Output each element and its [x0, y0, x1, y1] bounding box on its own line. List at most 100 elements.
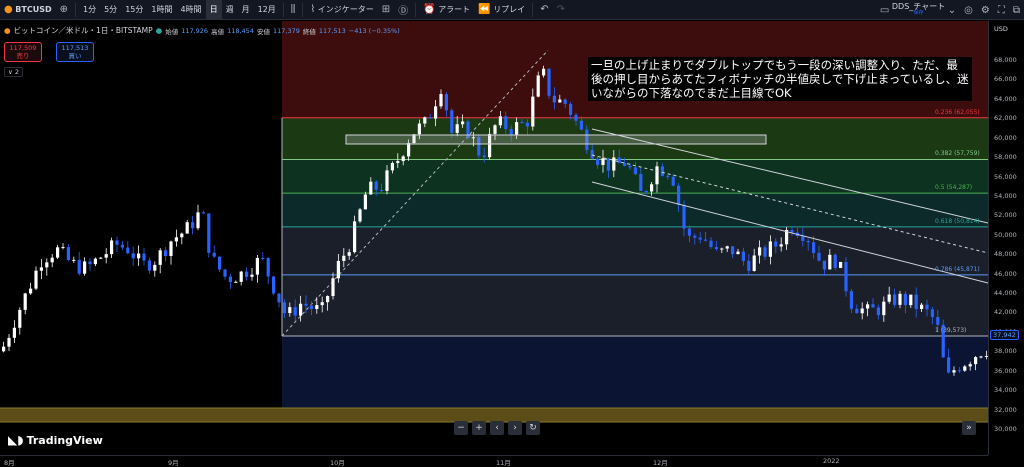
- candle-body: [887, 294, 891, 302]
- candle-body: [790, 229, 794, 233]
- redo-icon: ↷: [556, 4, 565, 15]
- interval-12mo[interactable]: 12月: [254, 0, 280, 20]
- candle-body: [525, 122, 529, 127]
- buy-button[interactable]: 117,513 買い: [56, 42, 94, 62]
- candle-body: [185, 222, 189, 234]
- candle-body: [363, 194, 367, 210]
- candle-body: [898, 293, 902, 305]
- sell-button[interactable]: 117,509 売り: [4, 42, 42, 62]
- candle-body: [714, 247, 718, 250]
- candle-body: [7, 337, 11, 347]
- zoom-in-button[interactable]: +: [472, 421, 486, 435]
- screenshot-button[interactable]: ◎: [960, 0, 977, 20]
- price-tick-label: 46,000: [994, 269, 1017, 278]
- alarm-clock-icon: ⏰: [423, 4, 436, 15]
- fib-level-label: 0.5 (54,287): [935, 184, 973, 192]
- interval-5m[interactable]: 5分: [100, 0, 121, 20]
- candle-body: [747, 260, 751, 271]
- candle-body: [180, 233, 184, 238]
- candle-body: [299, 303, 303, 316]
- interval-1m[interactable]: 1分: [79, 0, 100, 20]
- candle-body: [12, 327, 16, 338]
- candle-body: [2, 346, 6, 352]
- fullscreen-button[interactable]: ⛶: [994, 0, 1009, 20]
- candle-body: [704, 239, 708, 241]
- zoom-out-button[interactable]: −: [454, 421, 468, 435]
- sell-label: 売り: [16, 52, 30, 60]
- candle-body: [623, 163, 627, 166]
- redo-button[interactable]: ↷: [553, 0, 569, 20]
- candle-body: [266, 257, 270, 277]
- chart-pane[interactable]: ● ビットコイン／米ドル・1日・BITSTAMP ● 始値 117,926 高値…: [0, 21, 988, 455]
- reset-chart-button[interactable]: ↻: [526, 421, 540, 435]
- price-tick-label: 44,000: [994, 289, 1017, 298]
- interval-1mo[interactable]: 月: [238, 0, 254, 20]
- candle-body: [255, 257, 259, 275]
- interval-4h[interactable]: 4時間: [176, 0, 205, 20]
- time-label-dec: 12月: [653, 459, 668, 467]
- settings-button[interactable]: ⚙: [977, 0, 994, 20]
- market-status-icon: ●: [155, 26, 163, 35]
- candle-body: [434, 106, 438, 119]
- layout-button[interactable]: ▭ DDS_チャート 保存 ⌄: [876, 0, 960, 20]
- candle-body: [752, 255, 756, 271]
- chart-type-button[interactable]: ⫼: [287, 0, 300, 20]
- candle-body: [72, 259, 76, 261]
- candle-body: [142, 253, 146, 261]
- candle-body: [601, 158, 605, 165]
- interval-1d[interactable]: 日: [205, 0, 222, 20]
- candle-body: [569, 103, 573, 115]
- candle-body: [698, 237, 702, 240]
- compare-add-button[interactable]: ⊕: [56, 0, 72, 20]
- candle-body: [218, 256, 222, 270]
- alert-button[interactable]: ⏰ アラート: [419, 0, 474, 20]
- candle-body: [83, 261, 87, 274]
- price-tick-label: 36,000: [994, 366, 1017, 375]
- chart-annotation-note[interactable]: 一旦の上げ止まりでダブルトップでもう一段の深い調整入り、ただ、最後の押し目からあ…: [588, 57, 972, 101]
- plus-circle-icon: ⊕: [59, 4, 68, 15]
- snapshot-button[interactable]: ⧉: [1009, 0, 1024, 20]
- price-tick-label: 54,000: [994, 191, 1017, 200]
- candle-body: [596, 158, 600, 165]
- candle-body: [320, 302, 324, 306]
- price-tick-label: 32,000: [994, 405, 1017, 414]
- candle-body: [288, 307, 292, 314]
- candle-body: [882, 301, 886, 316]
- scroll-to-realtime-button[interactable]: »: [962, 421, 976, 435]
- symbol-search[interactable]: ● BTCUSD: [0, 0, 56, 20]
- price-tick-label: 60,000: [994, 133, 1017, 142]
- scroll-right-button[interactable]: ›: [508, 421, 522, 435]
- undo-button[interactable]: ↶: [536, 0, 552, 20]
- candle-body: [439, 94, 443, 107]
- templates-button[interactable]: ⊞: [378, 0, 394, 20]
- interval-1w[interactable]: 週: [222, 0, 238, 20]
- snapshot-icon: ⧉: [1012, 4, 1020, 16]
- interval-15m[interactable]: 15分: [121, 0, 147, 20]
- candle-body: [644, 190, 648, 192]
- candle-body: [196, 212, 200, 229]
- interval-1h[interactable]: 1時間: [147, 0, 176, 20]
- data-window-button[interactable]: Ⓓ: [394, 0, 412, 20]
- candle-body: [563, 99, 567, 104]
- candle-body: [968, 364, 972, 367]
- indicators-collapse-toggle[interactable]: ∨ 2: [4, 67, 23, 77]
- candle-body: [925, 304, 929, 310]
- replay-button[interactable]: ⏪ リプレイ: [474, 0, 529, 20]
- candle-body: [774, 241, 778, 247]
- candle-body: [385, 170, 389, 191]
- price-axis[interactable]: USD 68,000 66,000 64,000 62,000 60,000 58,000…: [988, 21, 1024, 455]
- candle-body: [806, 241, 810, 243]
- indicators-button[interactable]: ⌇ インジケーター: [306, 0, 377, 20]
- candle-body: [169, 241, 173, 257]
- candle-body: [153, 264, 157, 271]
- separator: [282, 2, 284, 17]
- candle-body: [693, 235, 697, 238]
- candle-body: [93, 258, 97, 265]
- top-toolbar: ● BTCUSD ⊕ 1分 5分 15分 1時間 4時間 日 週 月 12月 ⫼…: [0, 0, 1024, 20]
- currency-selector[interactable]: USD: [994, 25, 1008, 33]
- time-label-nov: 11月: [496, 459, 511, 467]
- candle-body: [212, 252, 216, 257]
- time-axis[interactable]: 8月 9月 10月 11月 12月 2022: [0, 455, 988, 467]
- candle-body: [720, 248, 724, 250]
- scroll-left-button[interactable]: ‹: [490, 421, 504, 435]
